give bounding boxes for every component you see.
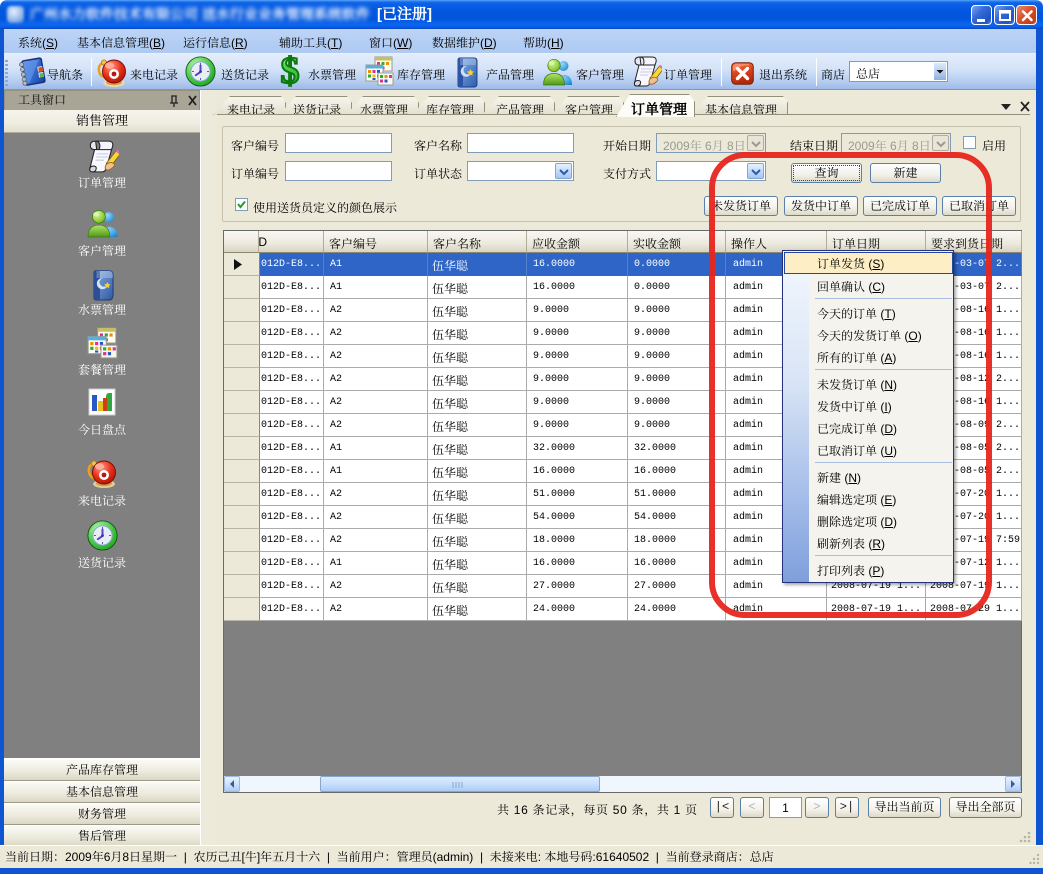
svg-text:$: $: [281, 55, 300, 88]
